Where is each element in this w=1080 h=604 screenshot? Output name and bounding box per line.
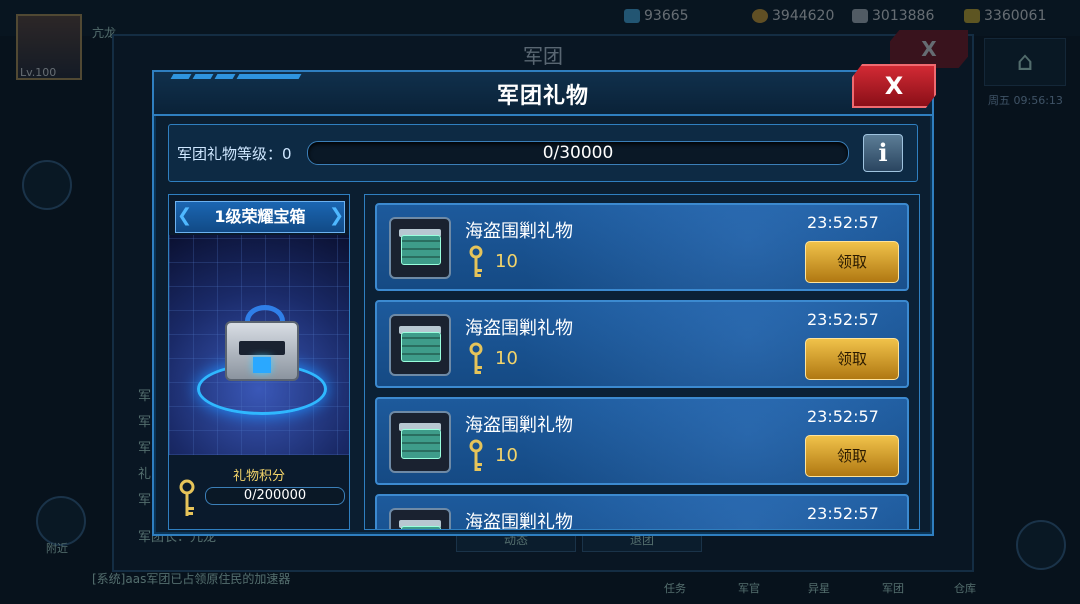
gift-points-progress-text: 0/200000 bbox=[243, 488, 307, 503]
gift-name: 海盗围剿礼物 bbox=[465, 512, 573, 530]
gift-key-amount: 10 bbox=[495, 445, 518, 466]
gift-level-progress: 0/30000 bbox=[307, 141, 849, 165]
close-button[interactable]: X bbox=[852, 64, 936, 108]
crystal-icon bbox=[624, 9, 640, 23]
gift-name: 海盗围剿礼物 bbox=[465, 221, 573, 242]
nav-legion[interactable]: 军团 bbox=[882, 580, 904, 596]
key-icon bbox=[179, 479, 195, 516]
expand-icon[interactable] bbox=[1016, 520, 1066, 570]
claim-button[interactable]: 领取 bbox=[805, 241, 899, 283]
gift-key-amount: 10 bbox=[495, 251, 518, 272]
nearby-label: 附近 bbox=[46, 542, 68, 555]
gift-countdown: 23:52:57 bbox=[807, 213, 879, 232]
gift-row: 海盗围剿礼物 10 23:52:57 领取 bbox=[375, 203, 909, 291]
nav-missions[interactable]: 任务 bbox=[664, 580, 686, 596]
pirate-crate-icon bbox=[389, 217, 451, 279]
chest-title: 1级荣耀宝箱 bbox=[175, 201, 345, 233]
resource-crystal: 93665 bbox=[624, 8, 689, 24]
resource-energy: 3360061 bbox=[964, 8, 1046, 24]
nav-alien[interactable]: 异星 bbox=[808, 580, 830, 596]
gift-row: 海盗围剿礼物 10 23:52:57 领取 bbox=[375, 397, 909, 485]
player-level: Lv.100 bbox=[20, 66, 57, 79]
dialog-header: 军团礼物 bbox=[154, 72, 932, 116]
gift-countdown: 23:52:57 bbox=[807, 310, 879, 329]
legion-window-title: 军团 bbox=[523, 44, 563, 68]
resource-gold-value: 3944620 bbox=[772, 8, 835, 24]
pirate-crate-icon bbox=[389, 314, 451, 376]
resource-gold: 3944620 bbox=[752, 8, 834, 24]
home-icon: ⌂ bbox=[1016, 47, 1034, 77]
hammer-icon[interactable] bbox=[22, 160, 72, 210]
key-icon bbox=[469, 342, 483, 374]
legion-close-button[interactable]: X bbox=[890, 30, 968, 68]
nearby-icon[interactable] bbox=[36, 496, 86, 546]
nav-warehouse[interactable]: 仓库 bbox=[954, 580, 976, 596]
key-icon bbox=[469, 439, 483, 471]
gift-row: 海盗围剿礼物 10 23:52:57 领取 bbox=[375, 300, 909, 388]
legion-info-line: 军 bbox=[138, 389, 152, 404]
gift-points-progress: 0/200000 bbox=[205, 487, 345, 505]
resource-energy-value: 3360061 bbox=[984, 8, 1047, 24]
claim-button[interactable]: 领取 bbox=[805, 338, 899, 380]
legion-info-line: 军 bbox=[138, 441, 152, 456]
claim-button[interactable]: 领取 bbox=[805, 435, 899, 477]
key-icon bbox=[469, 245, 483, 277]
gift-level-panel: 军团礼物等级：0 0/30000 i bbox=[168, 124, 918, 182]
gift-name: 海盗围剿礼物 bbox=[465, 415, 573, 436]
gift-name: 海盗围剿礼物 bbox=[465, 318, 573, 339]
home-button[interactable]: ⌂ bbox=[984, 38, 1066, 86]
gift-list[interactable]: 海盗围剿礼物 10 23:52:57 领取 海盗围剿礼物 10 23:52:57 bbox=[364, 194, 920, 530]
gift-countdown: 23:52:57 bbox=[807, 407, 879, 426]
chevron-right-icon[interactable]: ❯ bbox=[329, 205, 344, 226]
gift-row: 海盗围剿礼物 10 23:52:57 领取 bbox=[375, 494, 909, 530]
resource-metal: 3013886 bbox=[852, 8, 934, 24]
gift-level-progress-text: 0/30000 bbox=[542, 143, 614, 163]
resource-metal-value: 3013886 bbox=[872, 8, 935, 24]
server-clock: 周五 09:56:13 bbox=[988, 94, 1063, 107]
chevron-left-icon[interactable]: ❮ bbox=[177, 205, 192, 226]
gift-countdown: 23:52:57 bbox=[807, 504, 879, 523]
honor-chest-icon[interactable] bbox=[225, 305, 299, 381]
pirate-crate-icon bbox=[389, 411, 451, 473]
pirate-crate-icon bbox=[389, 508, 451, 529]
metal-icon bbox=[852, 9, 868, 23]
gift-key-amount: 10 bbox=[495, 348, 518, 369]
legion-info-list: 军 军 军 礼 军 bbox=[138, 384, 151, 514]
energy-icon bbox=[964, 9, 980, 23]
system-chat-line: [系统]aas军团已占领原住民的加速器 bbox=[92, 572, 291, 586]
gold-icon bbox=[752, 9, 768, 23]
chest-panel: 1级荣耀宝箱 ❮ ❯ 礼物积分 0/200000 bbox=[168, 194, 350, 530]
resource-crystal-value: 93665 bbox=[644, 8, 689, 24]
gift-level-label: 军团礼物等级：0 bbox=[177, 145, 292, 163]
info-button[interactable]: i bbox=[863, 134, 903, 172]
legion-gift-dialog: 军团礼物 X 军团礼物等级：0 0/30000 i 1级荣耀宝箱 ❮ ❯ 礼物积… bbox=[152, 64, 936, 536]
nav-officers[interactable]: 军官 bbox=[738, 580, 760, 596]
legion-info-line: 礼 bbox=[138, 467, 152, 482]
dialog-title: 军团礼物 bbox=[496, 84, 589, 109]
legion-info-line: 军 bbox=[138, 415, 152, 430]
legion-info-line: 军 bbox=[138, 493, 152, 508]
